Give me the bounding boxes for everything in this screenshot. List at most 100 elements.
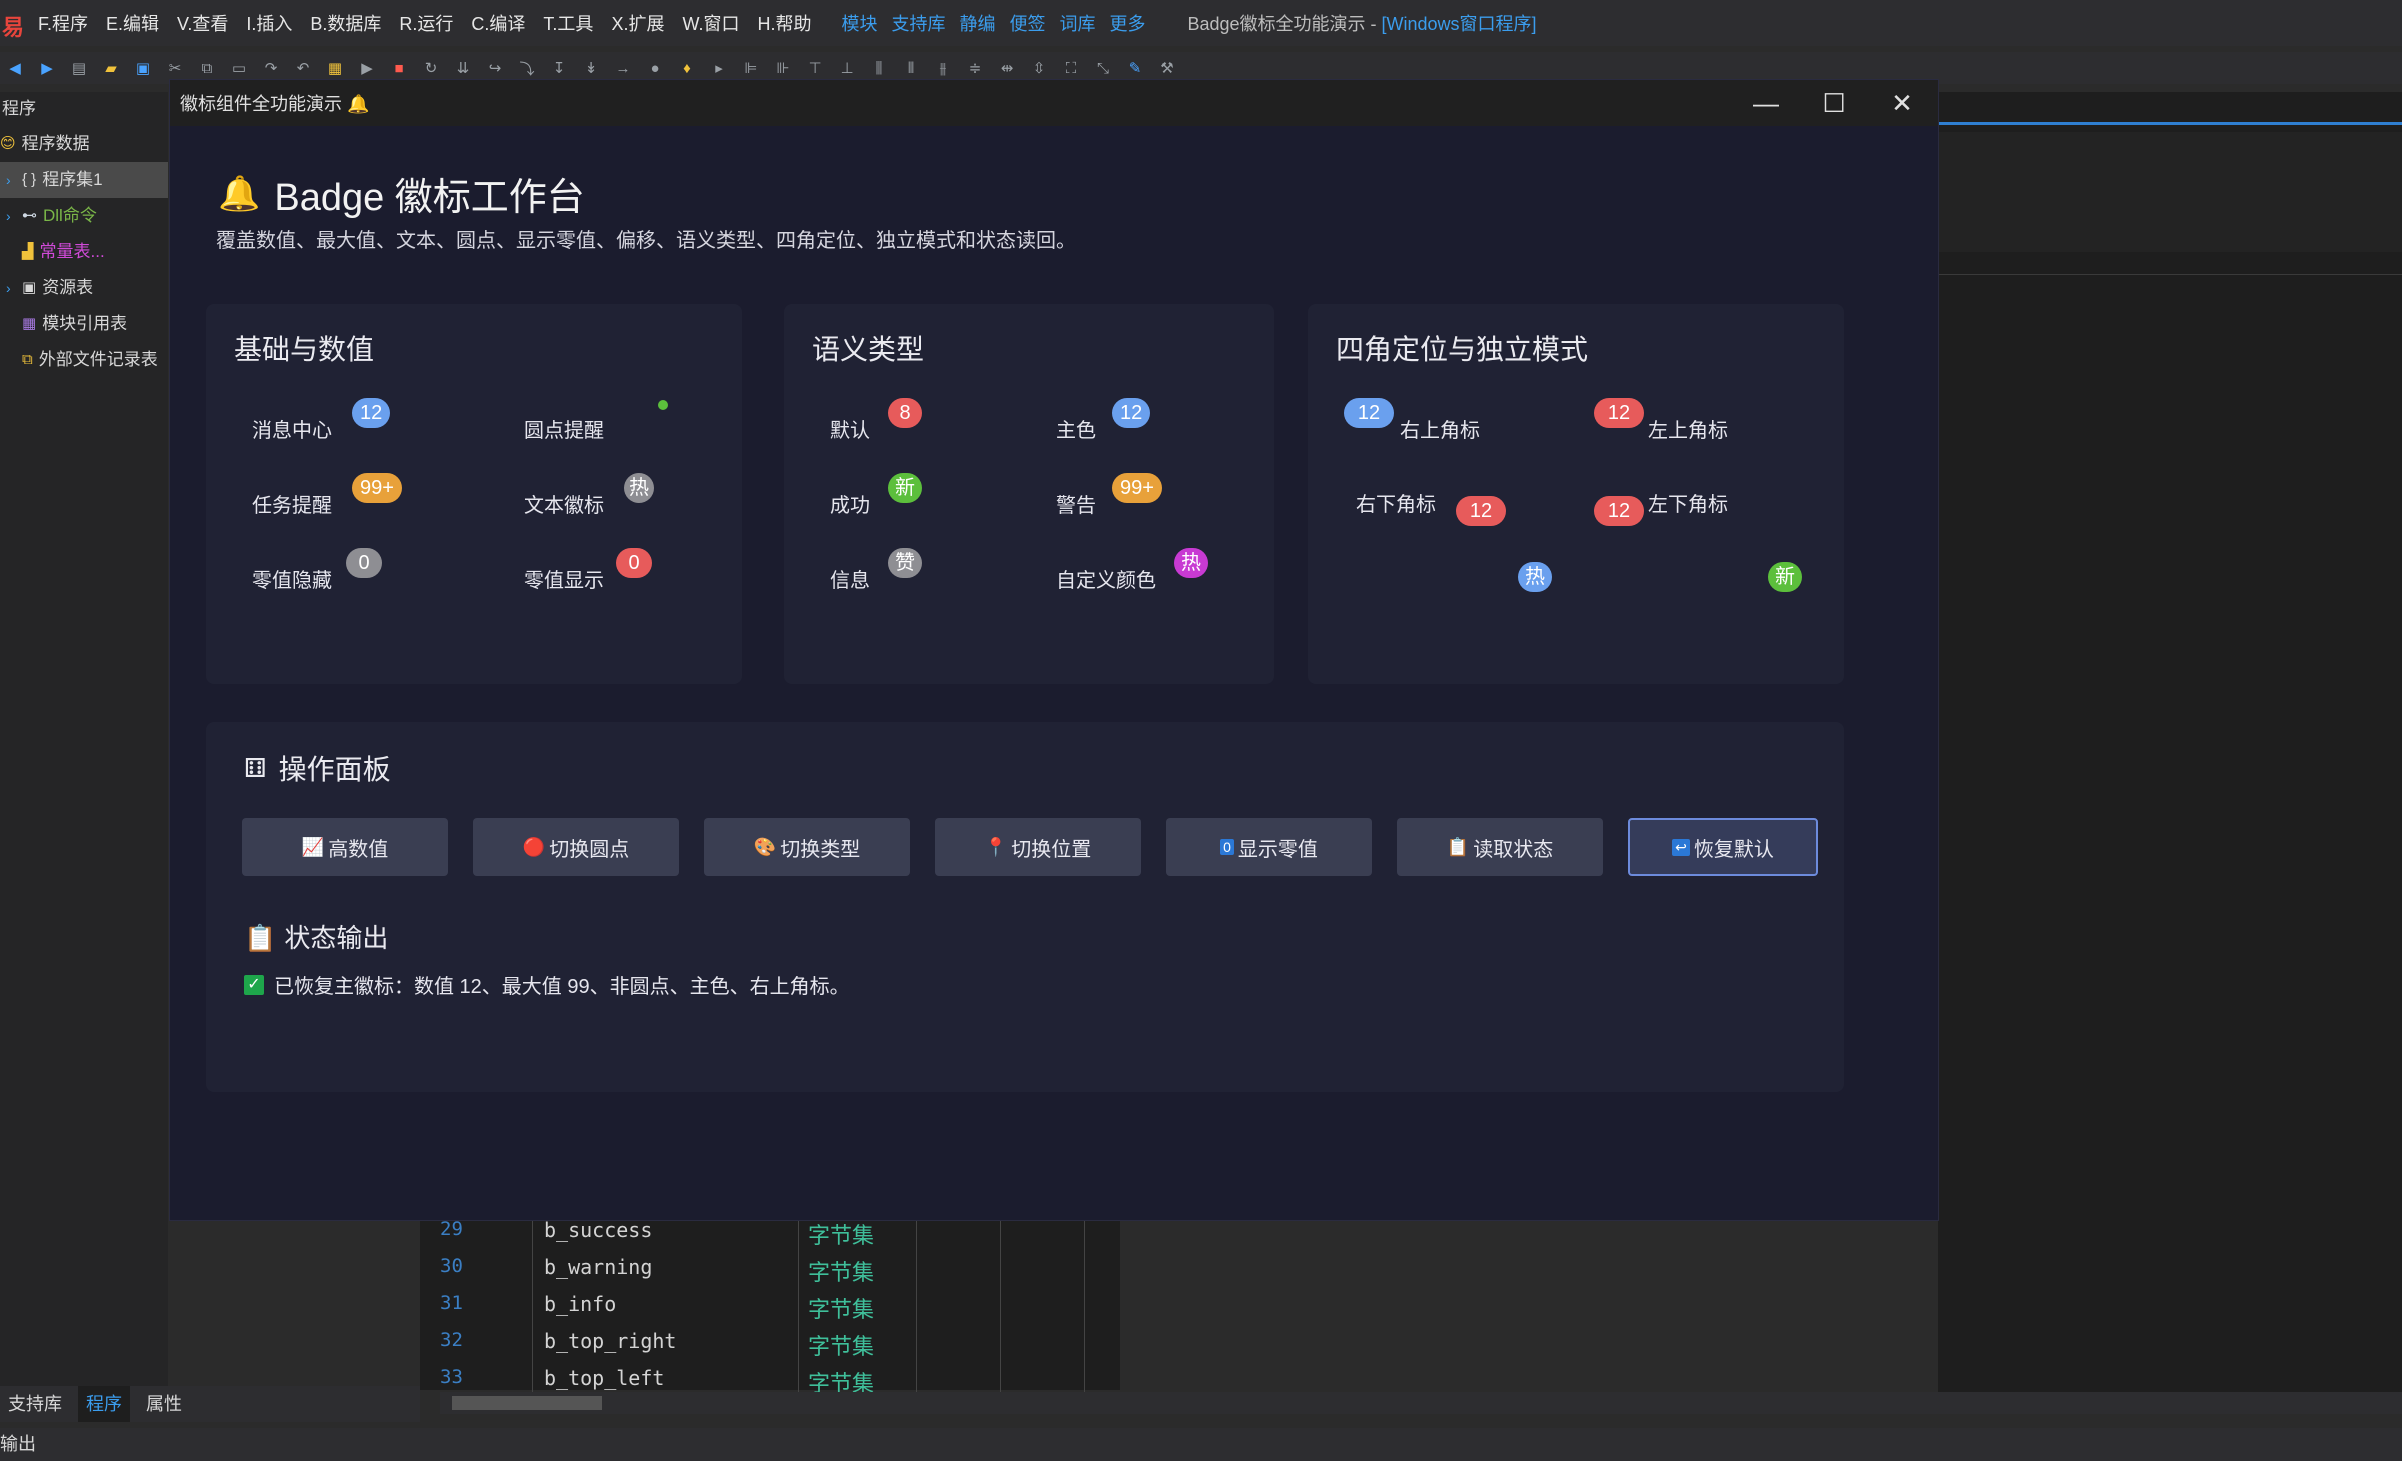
toggle-position-button[interactable]: 📍 切换位置: [935, 818, 1141, 876]
menu-more[interactable]: 更多: [1109, 10, 1145, 36]
open-folder-icon[interactable]: ▰: [102, 59, 120, 77]
menu-static[interactable]: 静编: [959, 10, 995, 36]
center-v-icon[interactable]: ≑: [966, 59, 984, 77]
step-into-icon[interactable]: ⤵: [518, 59, 536, 78]
restart-icon[interactable]: ↻: [422, 59, 440, 77]
tree-item-program-data[interactable]: 😊 程序数据: [0, 126, 168, 162]
align-right-icon[interactable]: ⊪: [774, 59, 792, 77]
menu-compile[interactable]: C.编译: [471, 10, 525, 36]
tree-item-external-files[interactable]: ⧉ 外部文件记录表: [0, 342, 168, 378]
status-title: 📋 状态输出: [244, 918, 388, 955]
distribute-v-icon[interactable]: ⫵: [934, 59, 952, 77]
back-icon[interactable]: ◀: [6, 59, 24, 77]
paste-icon[interactable]: ▭: [230, 59, 248, 77]
chevron-right-icon[interactable]: ›: [6, 270, 16, 306]
chevron-right-icon[interactable]: ›: [6, 198, 16, 234]
table-row[interactable]: 32 b_top_right 字节集: [420, 1329, 1120, 1366]
badge-label: 任务提醒: [252, 495, 332, 517]
align-bottom-icon[interactable]: ⊥: [838, 59, 856, 77]
show-zero-button[interactable]: 0 显示零值: [1166, 818, 1372, 876]
find-icon[interactable]: ▦: [326, 59, 344, 77]
tree-item-assembly[interactable]: › { } 程序集1: [0, 162, 168, 198]
program-tree-panel: 程序 😊 程序数据 ›{ } 程序集1 › ⊷ Dll命令 ▟ 常量表... › ▣ 资源表 …: [0, 92, 168, 1392]
module-icon: ▦: [22, 315, 37, 332]
menu-module[interactable]: 模块: [841, 10, 877, 36]
menu-database[interactable]: B.数据库: [310, 10, 381, 36]
toggle-type-button[interactable]: 🎨 切换类型: [704, 818, 910, 876]
maximize-icon[interactable]: ☐: [1800, 80, 1868, 126]
bookmark-icon[interactable]: ▸: [710, 59, 728, 77]
align-left-icon[interactable]: ⊫: [742, 59, 760, 77]
tree-item-resources[interactable]: › ▣ 资源表: [0, 270, 168, 306]
tab-program[interactable]: 程序: [78, 1386, 130, 1422]
close-icon[interactable]: ✕: [1868, 80, 1936, 126]
tree-item-constants[interactable]: ▟ 常量表...: [0, 234, 168, 270]
table-row[interactable]: 29 b_success 字节集: [420, 1218, 1120, 1255]
lightbulb-icon[interactable]: ♦: [678, 59, 696, 77]
tree-item-module-refs[interactable]: ▦ 模块引用表: [0, 306, 168, 342]
table-row[interactable]: 31 b_info 字节集: [420, 1292, 1120, 1329]
step-over-icon[interactable]: ↪: [486, 59, 504, 77]
badge-count: 0: [616, 548, 652, 578]
restore-default-button[interactable]: ↩ 恢复默认: [1628, 818, 1818, 876]
page-title: 🔔 Badge 徽标工作台: [218, 166, 585, 221]
menu-lexicon[interactable]: 词库: [1059, 10, 1095, 36]
step-out-icon[interactable]: ↧: [550, 59, 568, 77]
new-file-icon[interactable]: ▤: [70, 59, 88, 77]
page-subtitle: 覆盖数值、最大值、文本、圆点、显示零值、偏移、语义类型、四角定位、独立模式和状态…: [216, 230, 1076, 252]
save-icon[interactable]: ▣: [134, 59, 152, 77]
forward-icon[interactable]: ▶: [38, 59, 56, 77]
redo-icon[interactable]: ↷: [262, 59, 280, 77]
badge-count: 99+: [1112, 473, 1162, 503]
pen-icon[interactable]: ✎: [1126, 59, 1144, 77]
tab-support-lib[interactable]: 支持库: [0, 1386, 70, 1422]
same-size-icon[interactable]: ⛶: [1062, 59, 1080, 77]
high-value-button[interactable]: 📈 高数值: [242, 818, 448, 876]
menu-window[interactable]: W.窗口: [682, 10, 739, 36]
tree-item-dll[interactable]: › ⊷ Dll命令: [0, 198, 168, 234]
step-down-icon[interactable]: ↡: [582, 59, 600, 77]
menu-insert[interactable]: I.插入: [246, 10, 292, 36]
same-height-icon[interactable]: ⇳: [1030, 59, 1048, 77]
fit-icon[interactable]: ⤡: [1094, 59, 1112, 77]
cut-icon[interactable]: ✂: [166, 59, 184, 77]
run-icon[interactable]: ▶: [358, 59, 376, 77]
horizontal-scrollbar[interactable]: [440, 1392, 2402, 1414]
read-state-button[interactable]: 📋 读取状态: [1397, 818, 1603, 876]
menu-view[interactable]: V.查看: [177, 10, 228, 36]
copy-icon[interactable]: ⧉: [198, 59, 216, 77]
tools-icon[interactable]: ⚒: [1158, 59, 1176, 77]
menu-program[interactable]: F.程序: [38, 10, 88, 36]
menu-notes[interactable]: 便签: [1009, 10, 1045, 36]
distribute-h-icon[interactable]: ⫼: [870, 59, 888, 77]
menu-edit[interactable]: E.编辑: [106, 10, 159, 36]
center-h-icon[interactable]: ⫴: [902, 59, 920, 77]
menu-run[interactable]: R.运行: [399, 10, 453, 36]
badge-count: 8: [888, 398, 922, 428]
same-width-icon[interactable]: ⇹: [998, 59, 1016, 77]
var-type: 字节集: [808, 1335, 875, 1360]
table-row[interactable]: 30 b_warning 字节集: [420, 1255, 1120, 1292]
toggle-dot-button[interactable]: 🔴 切换圆点: [473, 818, 679, 876]
stop-icon[interactable]: ■: [390, 59, 408, 77]
menu-tools[interactable]: T.工具: [543, 10, 593, 36]
menu-help[interactable]: H.帮助: [757, 10, 811, 36]
badge-label: 文本徽标: [524, 495, 604, 517]
menu-support-lib[interactable]: 支持库: [891, 10, 945, 36]
badge-label: 圆点提醒: [524, 420, 604, 442]
run-to-icon[interactable]: →: [614, 59, 632, 77]
link-icon: ⊷: [22, 207, 37, 224]
badge-label: 自定义颜色: [1056, 570, 1156, 592]
build-icon[interactable]: ⇊: [454, 59, 472, 77]
align-top-icon[interactable]: ⊤: [806, 59, 824, 77]
scrollbar-thumb[interactable]: [452, 1396, 602, 1410]
ide-title-type: [Windows窗口程序]: [1381, 14, 1537, 34]
breakpoint-icon[interactable]: ●: [646, 59, 664, 77]
undo-icon[interactable]: ↶: [294, 59, 312, 77]
red-circle-icon: 🔴: [522, 836, 546, 857]
chevron-right-icon[interactable]: ›: [6, 162, 16, 198]
minimize-icon[interactable]: —: [1732, 80, 1800, 126]
tab-properties[interactable]: 属性: [138, 1386, 190, 1422]
tree-item-label: 程序数据: [21, 134, 90, 153]
menu-extend[interactable]: X.扩展: [611, 10, 664, 36]
